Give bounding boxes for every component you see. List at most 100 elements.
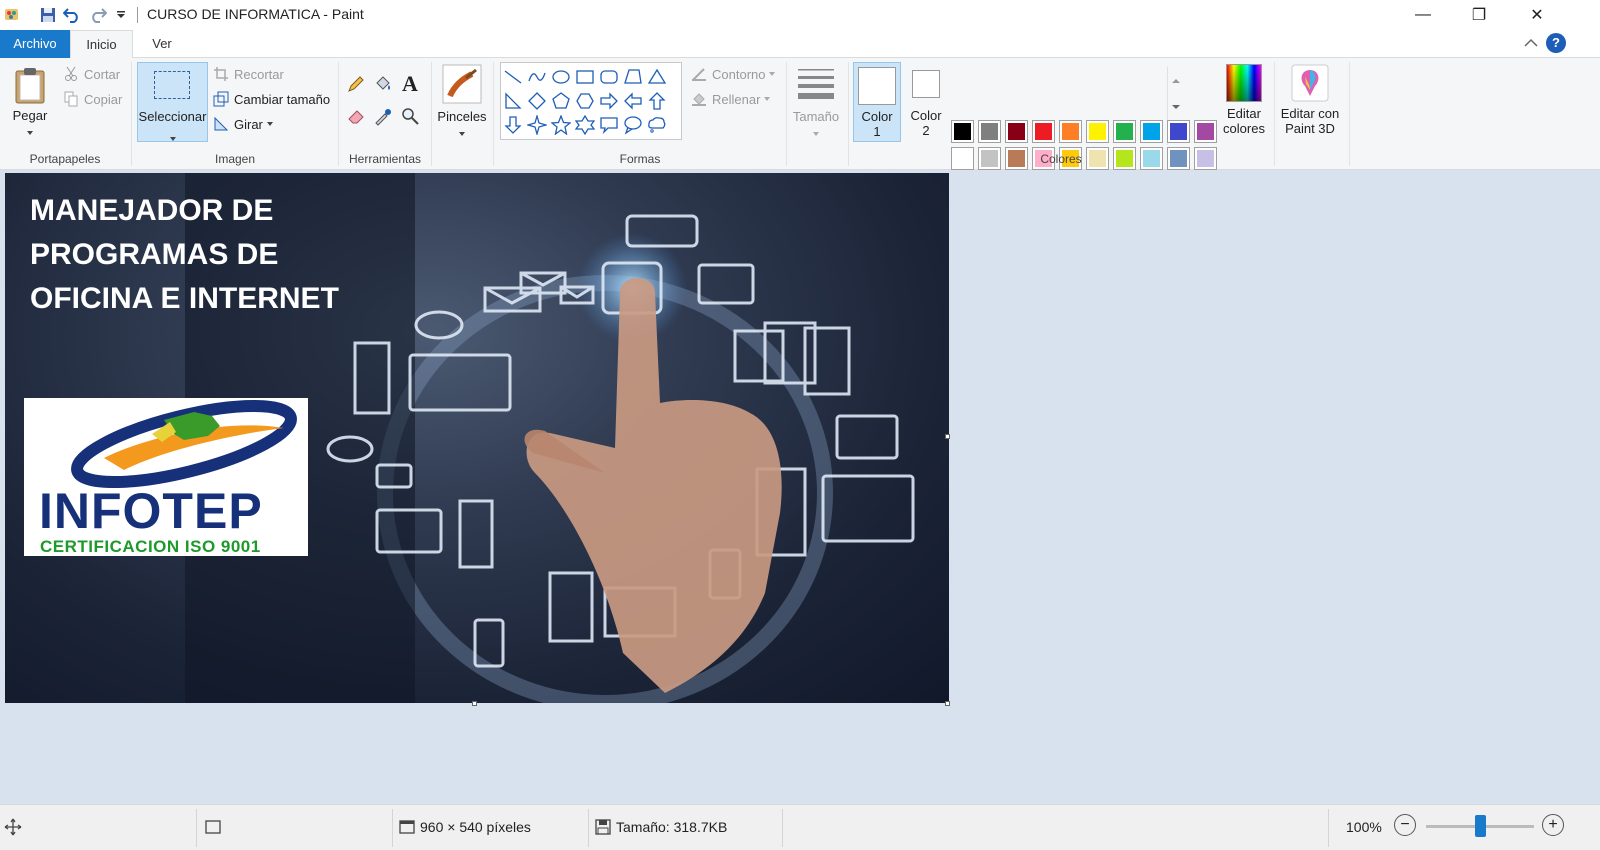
cut-button[interactable]: Cortar — [62, 63, 120, 85]
minimize-button[interactable]: — — [1400, 0, 1446, 30]
dimensions-icon — [399, 820, 415, 834]
hexagon-shape-icon[interactable] — [573, 89, 597, 113]
five-point-star-shape-icon[interactable] — [549, 113, 573, 137]
resize-handle-bottom[interactable] — [472, 701, 477, 706]
color2-button[interactable]: Color 2 — [904, 62, 948, 142]
color1-swatch — [858, 67, 896, 105]
color-swatch[interactable] — [1086, 120, 1109, 143]
color-swatch[interactable] — [1194, 120, 1217, 143]
brushes-label: Pinceles — [437, 109, 487, 124]
fill-bucket-icon[interactable] — [371, 72, 395, 96]
undo-icon[interactable] — [62, 5, 82, 25]
outline-icon — [690, 65, 708, 83]
up-arrow-shape-icon[interactable] — [645, 89, 669, 113]
selection-rect-icon — [154, 71, 190, 99]
collapse-ribbon-icon[interactable] — [1524, 36, 1538, 51]
rounded-rectangle-shape-icon[interactable] — [597, 65, 621, 89]
infotep-logo: INFOTEP CERTIFICACION ISO 9001 — [24, 398, 308, 556]
color-swatch[interactable] — [1167, 120, 1190, 143]
edit-colors-button[interactable]: Editar colores — [1220, 62, 1268, 142]
color-swatch[interactable] — [1059, 120, 1082, 143]
select-caret-icon — [169, 137, 176, 141]
color-swatch[interactable] — [978, 120, 1001, 143]
left-arrow-shape-icon[interactable] — [621, 89, 645, 113]
redo-icon[interactable] — [88, 5, 108, 25]
zoom-in-button[interactable]: + — [1542, 814, 1564, 836]
tab-archivo[interactable]: Archivo — [0, 30, 70, 58]
color-swatch[interactable] — [1005, 120, 1028, 143]
brush-icon — [442, 64, 482, 104]
group-separator — [338, 62, 339, 166]
right-triangle-shape-icon[interactable] — [501, 89, 525, 113]
zoom-out-button[interactable]: − — [1394, 814, 1416, 836]
down-arrow-shape-icon[interactable] — [501, 113, 525, 137]
curve-shape-icon[interactable] — [525, 65, 549, 89]
image-dimensions: 960 × 540 píxeles — [398, 815, 531, 839]
color-swatch[interactable] — [1113, 120, 1136, 143]
magnifier-icon[interactable] — [398, 104, 422, 128]
status-separator — [782, 809, 783, 847]
text-tool-icon[interactable]: A — [398, 71, 422, 96]
rectangular-callout-shape-icon[interactable] — [597, 113, 621, 137]
cloud-callout-shape-icon[interactable] — [645, 113, 669, 137]
rotate-button[interactable]: Girar — [212, 113, 273, 135]
tab-inicio[interactable]: Inicio — [70, 30, 133, 59]
customize-quick-access-icon[interactable] — [114, 5, 128, 25]
rotate-caret-icon — [266, 122, 273, 126]
oval-callout-shape-icon[interactable] — [621, 113, 645, 137]
select-button[interactable]: Seleccionar — [137, 62, 208, 142]
close-button[interactable]: ✕ — [1514, 0, 1560, 30]
paste-caret-icon — [27, 131, 33, 135]
zoom-level: 100% — [1346, 819, 1382, 835]
window-title: CURSO DE INFORMATICA - Paint — [147, 6, 364, 22]
edit-with-paint3d-button[interactable]: Editar con Paint 3D — [1278, 62, 1342, 142]
brushes-button[interactable]: Pinceles — [437, 62, 487, 142]
file-size-text: Tamaño: 318.7KB — [616, 819, 728, 835]
right-arrow-shape-icon[interactable] — [597, 89, 621, 113]
pentagon-shape-icon[interactable] — [549, 89, 573, 113]
restore-button[interactable]: ❐ — [1456, 0, 1502, 30]
copy-button[interactable]: Copiar — [62, 88, 122, 110]
pencil-icon[interactable] — [344, 72, 368, 96]
orbit-logo-icon — [71, 399, 297, 488]
logo-subtitle: CERTIFICACION ISO 9001 — [40, 537, 261, 556]
resize-handle-right[interactable] — [945, 434, 950, 439]
edit-colors-line2: colores — [1223, 121, 1265, 136]
paste-label: Pegar — [12, 108, 48, 123]
tab-ver[interactable]: Ver — [140, 30, 184, 58]
polygon-shape-icon[interactable] — [621, 65, 645, 89]
outline-button[interactable]: Contorno — [690, 63, 776, 85]
size-button[interactable]: Tamaño — [790, 62, 842, 142]
paint-app-icon[interactable] — [2, 5, 22, 25]
triangle-shape-icon[interactable] — [645, 65, 669, 89]
copy-icon — [62, 90, 80, 108]
canvas-image[interactable]: MANEJADOR DE PROGRAMAS DE OFICINA E INTE… — [5, 173, 949, 703]
paint3d-line1: Editar con — [1280, 106, 1340, 121]
group-separator — [493, 62, 494, 166]
resize-handle-corner[interactable] — [945, 701, 950, 706]
fill-button[interactable]: Rellenar — [690, 88, 771, 110]
eraser-icon[interactable] — [344, 104, 368, 128]
color-swatch[interactable] — [1140, 120, 1163, 143]
help-icon[interactable]: ? — [1546, 33, 1566, 53]
group-label-imagen: Imagen — [214, 152, 256, 166]
save-icon[interactable] — [38, 5, 58, 25]
resize-button[interactable]: Cambiar tamaño — [212, 88, 330, 110]
group-separator — [431, 62, 432, 166]
line-shape-icon[interactable] — [501, 65, 525, 89]
oval-shape-icon[interactable] — [549, 65, 573, 89]
diamond-shape-icon[interactable] — [525, 89, 549, 113]
color-swatch[interactable] — [951, 120, 974, 143]
crop-button[interactable]: Recortar — [212, 63, 284, 85]
ribbon: Pegar Cortar Copiar Portapapeles Selecci… — [0, 58, 1600, 197]
color1-button[interactable]: Color 1 — [853, 62, 901, 142]
shapes-gallery[interactable] — [500, 62, 1181, 145]
color-swatch[interactable] — [1032, 120, 1055, 143]
six-point-star-shape-icon[interactable] — [573, 113, 597, 137]
paste-button[interactable]: Pegar — [8, 62, 52, 142]
color-picker-icon[interactable] — [371, 104, 395, 128]
zoom-slider-thumb[interactable] — [1475, 815, 1486, 837]
rectangle-shape-icon[interactable] — [573, 65, 597, 89]
four-point-star-shape-icon[interactable] — [525, 113, 549, 137]
disk-icon — [595, 819, 611, 835]
